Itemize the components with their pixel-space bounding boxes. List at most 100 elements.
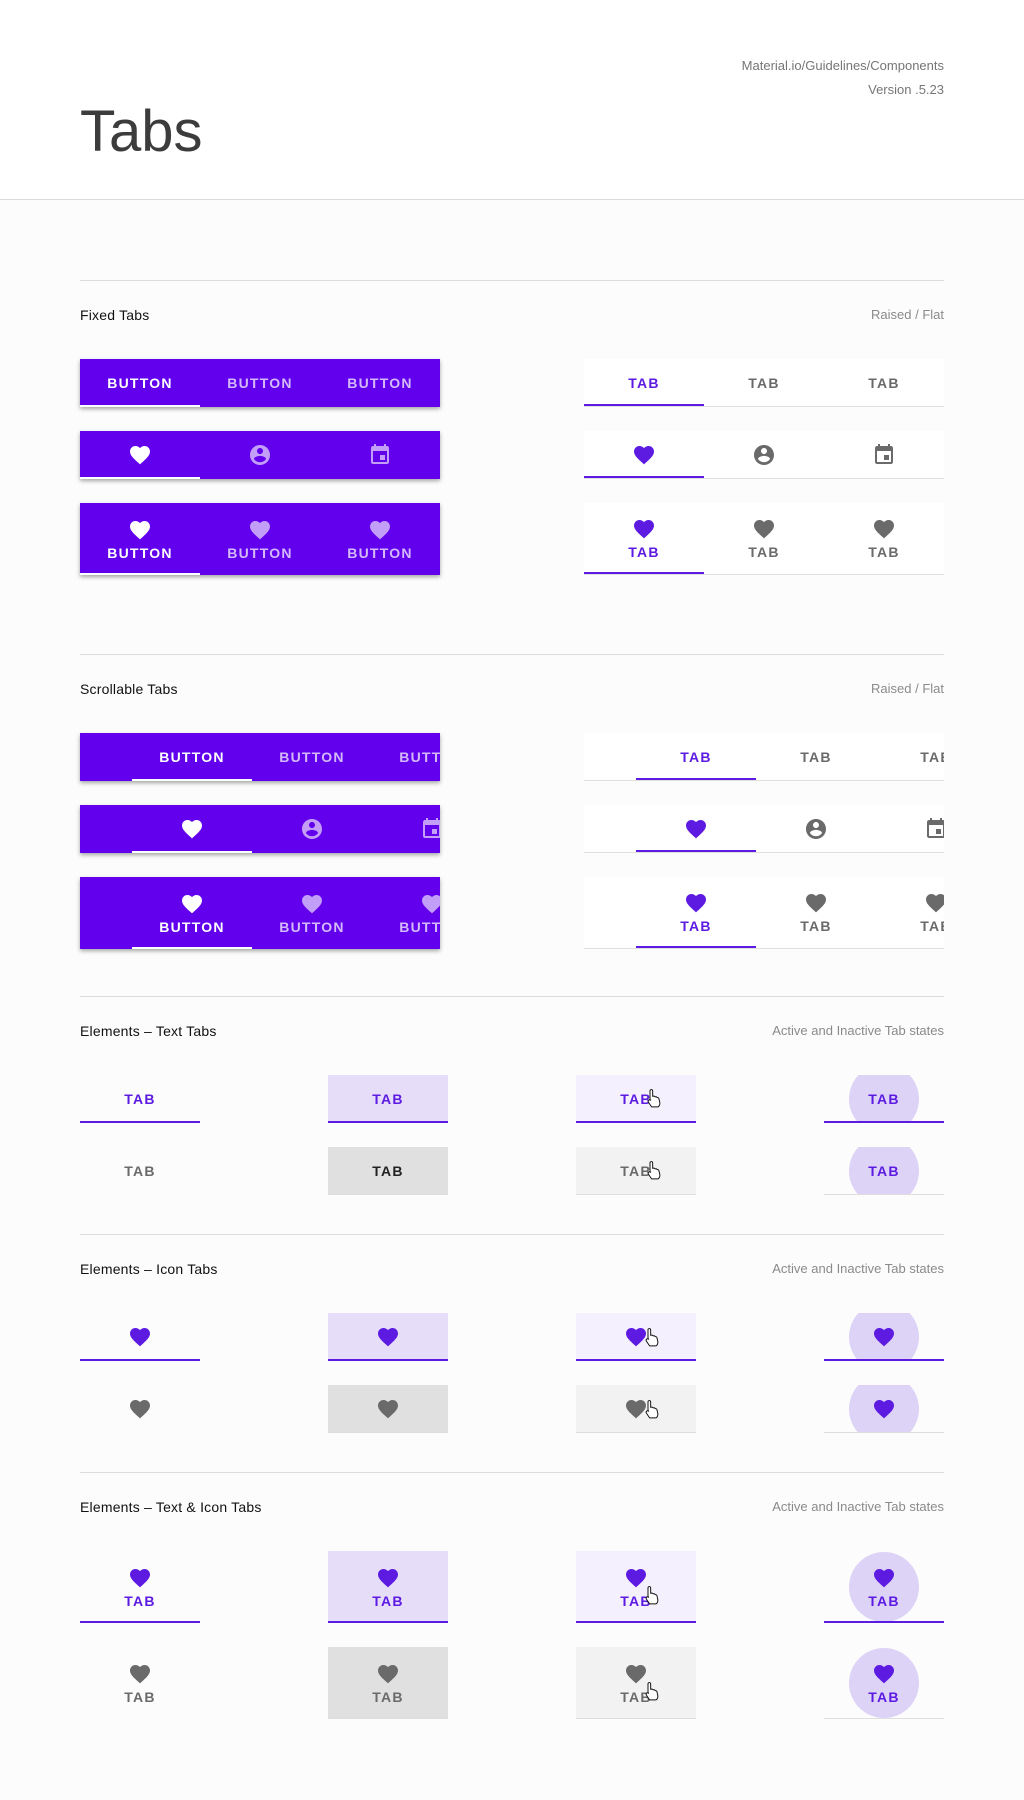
text-icon-tab-inactive-pressed[interactable]: TAB xyxy=(824,1647,944,1719)
active-indicator xyxy=(584,476,704,478)
tab-2[interactable] xyxy=(200,431,320,479)
active-indicator xyxy=(132,851,252,853)
icon-tab-active-focused[interactable] xyxy=(328,1313,448,1361)
tab-3[interactable]: TAB xyxy=(876,733,944,780)
tab-2[interactable]: BUTTON xyxy=(200,503,320,575)
tab-1[interactable]: BUTTON xyxy=(132,877,252,949)
tab-3[interactable]: BUTTON xyxy=(372,733,440,781)
text-tab-active-hover[interactable]: TAB xyxy=(576,1075,696,1123)
icon-tab-active-hover[interactable] xyxy=(576,1313,696,1361)
tab-2[interactable]: TAB xyxy=(756,733,876,780)
fixed-raised-text-tabbar: BUTTON BUTTON BUTTON xyxy=(80,359,440,407)
text-tab-inactive-normal[interactable]: TAB xyxy=(80,1147,200,1195)
text-icon-tab-active-hover[interactable]: TAB xyxy=(576,1551,696,1623)
account-circle-icon xyxy=(300,817,324,841)
tab-label: BUTTON xyxy=(399,749,440,765)
calendar-icon xyxy=(420,817,440,841)
tab-2[interactable]: TAB xyxy=(704,503,824,574)
tab-1[interactable] xyxy=(132,805,252,853)
active-indicator xyxy=(636,850,756,852)
tab-1[interactable]: TAB xyxy=(584,359,704,406)
text-icon-tab-inactive-normal[interactable]: TAB xyxy=(80,1647,200,1719)
tab-1[interactable]: BUTTON xyxy=(80,359,200,407)
heart-icon xyxy=(420,892,440,916)
tab-3[interactable] xyxy=(824,431,944,478)
tab-1[interactable]: TAB xyxy=(636,877,756,948)
icon-tab-inactive-normal[interactable] xyxy=(80,1385,200,1433)
scrollable-raised-text-tabbar[interactable]: BUTTON BUTTON BUTTON xyxy=(80,733,440,781)
tab-1[interactable]: TAB xyxy=(584,503,704,574)
text-tab-active-pressed[interactable]: TAB xyxy=(824,1075,944,1123)
calendar-icon xyxy=(872,443,896,467)
active-indicator xyxy=(132,947,252,949)
tab-2[interactable]: TAB xyxy=(704,359,824,406)
tab-2[interactable]: BUTTON xyxy=(200,359,320,407)
tab-1[interactable] xyxy=(636,805,756,852)
tab-1[interactable]: TAB xyxy=(636,733,756,780)
tab-1[interactable]: BUTTON xyxy=(132,733,252,781)
tab-3[interactable]: TAB xyxy=(824,503,944,574)
tab-2[interactable] xyxy=(756,805,876,852)
tab-label: TAB xyxy=(920,748,944,765)
tab-label: TAB xyxy=(372,1688,404,1705)
tab-3[interactable] xyxy=(320,431,440,479)
tab-3[interactable] xyxy=(876,805,944,852)
hand-pointer-icon xyxy=(646,1088,662,1108)
icon-tab-inactive-focused[interactable] xyxy=(328,1385,448,1433)
text-tab-inactive-hover[interactable]: TAB xyxy=(576,1147,696,1195)
scrollable-flat-text-tabbar[interactable]: TAB TAB TAB xyxy=(584,733,944,781)
fixed-raised-icon-tabbar xyxy=(80,431,440,479)
tab-2[interactable] xyxy=(704,431,824,478)
scrollable-raised-icon-text-tabbar[interactable]: BUTTON BUTTON BUTTON xyxy=(80,877,440,949)
tab-label: TAB xyxy=(124,1091,156,1107)
tab-1[interactable] xyxy=(584,431,704,478)
text-tab-inactive-pressed[interactable]: TAB xyxy=(824,1147,944,1195)
heart-icon xyxy=(128,443,152,467)
icon-tab-inactive-hover[interactable] xyxy=(576,1385,696,1433)
active-indicator xyxy=(584,404,704,406)
icon-tab-inactive-pressed[interactable] xyxy=(824,1385,944,1433)
tab-1[interactable] xyxy=(80,431,200,479)
tab-label: BUTTON xyxy=(227,544,293,561)
tab-1[interactable]: BUTTON xyxy=(80,503,200,575)
scrollable-flat-icon-text-tabbar[interactable]: TAB TAB TAB xyxy=(584,877,944,949)
tab-label: TAB xyxy=(680,918,712,934)
heart-icon xyxy=(300,892,324,916)
tab-3[interactable]: BUTTON xyxy=(372,877,440,949)
text-icon-tab-active-normal[interactable]: TAB xyxy=(80,1551,200,1623)
hand-pointer-icon xyxy=(644,1327,660,1347)
text-tab-active-focused[interactable]: TAB xyxy=(328,1075,448,1123)
tab-3[interactable]: TAB xyxy=(824,359,944,406)
tab-2[interactable]: BUTTON xyxy=(252,733,372,781)
section-text-icon-tabs: Elements – Text & Icon Tabs Active and I… xyxy=(80,1472,944,1772)
heart-icon xyxy=(872,517,896,541)
active-indicator xyxy=(636,778,756,780)
icon-tab-active-normal[interactable] xyxy=(80,1313,200,1361)
heart-icon xyxy=(376,1325,400,1349)
active-indicator xyxy=(824,1121,944,1123)
heart-icon xyxy=(128,1397,152,1421)
icon-tab-active-pressed[interactable] xyxy=(824,1313,944,1361)
tab-3[interactable]: BUTTON xyxy=(320,359,440,407)
tab-3[interactable] xyxy=(372,805,440,853)
text-tab-active-normal[interactable]: TAB xyxy=(80,1075,200,1123)
tab-label: TAB xyxy=(748,374,780,391)
tab-3[interactable]: TAB xyxy=(876,877,944,948)
heart-icon xyxy=(128,1566,152,1590)
tab-2[interactable] xyxy=(252,805,372,853)
text-tab-inactive-focused[interactable]: TAB xyxy=(328,1147,448,1195)
text-icon-tab-inactive-hover[interactable]: TAB xyxy=(576,1647,696,1719)
tab-label: TAB xyxy=(868,1163,900,1179)
tab-2[interactable]: TAB xyxy=(756,877,876,948)
tab-2[interactable]: BUTTON xyxy=(252,877,372,949)
tab-3[interactable]: BUTTON xyxy=(320,503,440,575)
scrollable-raised-icon-tabbar[interactable] xyxy=(80,805,440,853)
tab-label: BUTTON xyxy=(227,375,293,391)
heart-icon xyxy=(872,1397,896,1421)
heart-icon xyxy=(376,1566,400,1590)
text-icon-tab-active-pressed[interactable]: TAB xyxy=(824,1551,944,1623)
text-icon-tab-inactive-focused[interactable]: TAB xyxy=(328,1647,448,1719)
text-icon-tab-active-focused[interactable]: TAB xyxy=(328,1551,448,1623)
scrollable-flat-icon-tabbar[interactable] xyxy=(584,805,944,853)
active-indicator xyxy=(80,405,200,407)
